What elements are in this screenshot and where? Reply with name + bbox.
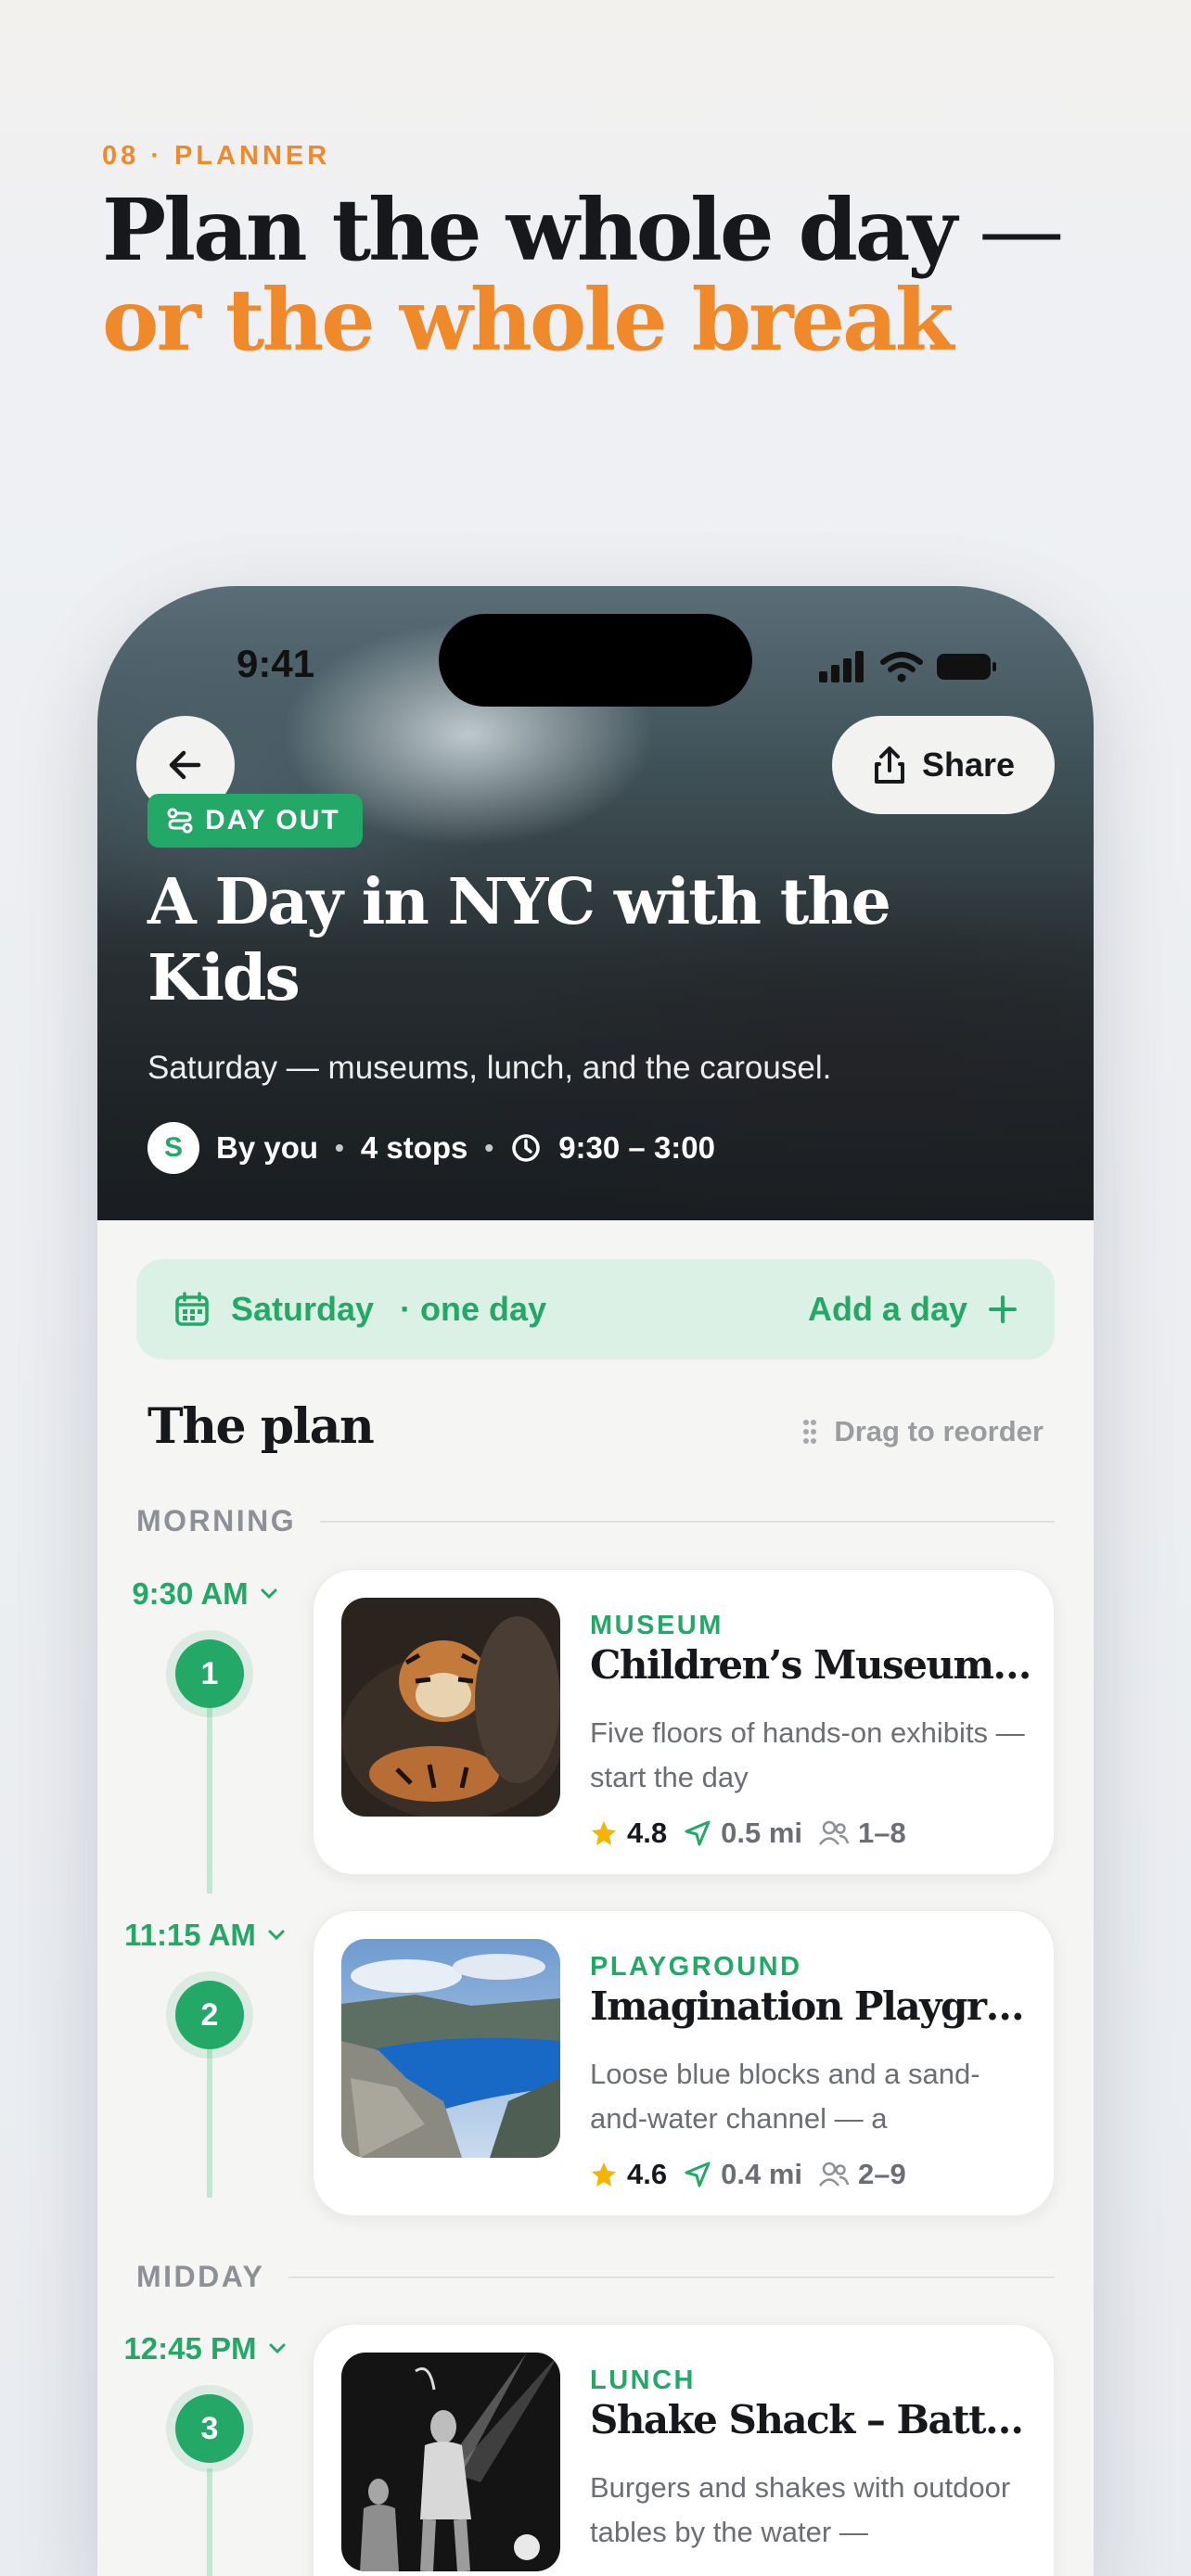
distance-value: 0.5 mi [721,1817,802,1849]
battery-icon [937,654,996,680]
section-midday: MIDDAY [136,2260,1055,2294]
stop-number-1: 1 [175,1639,244,1708]
meta-separator: • [335,1133,344,1162]
stop-category: PLAYGROUND [590,1952,802,1982]
day-out-badge: DAY OUT [147,794,363,848]
phone-frame: 9:41 Share DAY OUT A Day in NYC with the… [97,586,1094,2576]
stop-photo [341,1939,560,2158]
stop-number-2: 2 [175,1981,244,2049]
stop-card-1[interactable]: MUSEUM Children’s Museum of … Five floor… [313,1569,1055,1875]
people-icon [819,2162,849,2187]
stop-time-label: 11:15 AM [124,1918,256,1952]
distance: 0.5 mi [684,1817,802,1850]
stop-category: MUSEUM [590,1611,724,1640]
chevron-down-icon [269,2343,286,2354]
trip-subtitle: Saturday — museums, lunch, and the carou… [147,1050,832,1086]
route-icon [167,808,193,834]
drag-hint-label: Drag to reorder [834,1415,1044,1447]
age-range: 2–9 [819,2158,906,2191]
star-icon [592,2162,616,2187]
stop-description: Burgers and shakes with outdoor tables b… [590,2471,1011,2548]
stop-time-2[interactable]: 11:15 AM [112,1918,298,1953]
distance-value: 0.4 mi [721,2158,802,2190]
stop-number-3: 3 [175,2394,244,2463]
selected-day: Saturday [231,1290,375,1328]
navigation-arrow-icon [685,2162,711,2187]
stop-name: Imagination Playground [590,1983,1035,2029]
rating: 4.8 [590,1817,667,1850]
chevron-down-icon [261,1588,277,1600]
share-icon [874,746,904,784]
chevron-down-icon [268,1930,285,1941]
stop-category: LUNCH [590,2366,696,2395]
share-button[interactable]: Share [832,716,1055,814]
day-duration: · one day [400,1290,547,1328]
stop-time-label: 12:45 PM [123,2331,257,2366]
status-icons [819,651,997,682]
day-selector[interactable]: Saturday · one day Add a day [136,1259,1055,1359]
drag-hint[interactable]: Drag to reorder [802,1415,1044,1448]
stops-count: 4 stops [360,1130,468,1165]
people-icon [819,1820,849,1845]
author-avatar[interactable]: S [147,1122,199,1174]
eyebrow-label: 08 · PLANNER [102,141,331,171]
stop-card-3[interactable]: LUNCH Shake Shack – Battery… Burgers and… [313,2324,1055,2576]
headline-accent: or the whole break [102,270,954,370]
plan-heading: The plan [147,1398,375,1455]
stop-time-label: 9:30 AM [132,1576,249,1611]
stop-card-2[interactable]: PLAYGROUND Imagination Playground Loose … [313,1910,1055,2216]
add-day-label: Add a day [807,1290,967,1328]
stop-time-1[interactable]: 9:30 AM [112,1576,298,1612]
stop-time-3[interactable]: 12:45 PM [112,2331,298,2366]
author-label: By you [216,1130,319,1165]
headline-dash: — [954,181,1064,280]
section-divider [320,1520,1055,1523]
stop-stats: 4.6 0.4 mi 2–9 [590,2158,906,2191]
cellular-signal-icon [819,651,864,682]
section-label: MORNING [136,1504,297,1537]
plus-icon [989,1295,1017,1323]
timeline-connector [207,2468,212,2576]
arrow-left-icon [169,750,201,780]
day-out-label: DAY OUT [205,805,340,835]
star-icon [592,1821,616,1845]
headline-main: Plan the whole day [102,180,957,280]
trip-title: A Day in NYC with the Kids [147,865,891,1015]
timeline-connector [207,2049,212,2198]
calendar-icon [175,1292,209,1326]
time-range: 9:30 – 3:00 [558,1130,715,1165]
stop-photo [341,2353,560,2571]
timeline-connector [207,1708,212,1894]
add-day-button[interactable]: Add a day [808,1290,1018,1329]
section-label: MIDDAY [136,2260,265,2293]
meta-separator: • [484,1133,494,1162]
drag-handle-icon [803,1420,817,1444]
day-selector-left: Saturday · one day [173,1290,546,1329]
age-value: 1–8 [858,1817,906,1849]
distance: 0.4 mi [684,2158,802,2191]
trip-meta: S By you • 4 stops • 9:30 – 3:00 [147,1122,715,1174]
stop-name: Shake Shack – Battery… [590,2397,1035,2442]
status-time: 9:41 [237,642,315,685]
rating-value: 4.6 [627,2158,668,2190]
dynamic-island [439,614,752,707]
page-headline: Plan the whole day — or the whole break [102,185,1122,364]
stop-name: Children’s Museum of … [590,1642,1035,1688]
stop-stats: 4.8 0.5 mi 1–8 [590,1817,906,1850]
rating-value: 4.8 [627,1817,668,1849]
section-divider [288,2276,1055,2278]
wifi-icon [880,652,923,682]
section-morning: MORNING [136,1504,1055,1538]
stop-description: Loose blue blocks and a sand-and-water c… [590,2058,980,2135]
rating: 4.6 [590,2158,667,2191]
navigation-arrow-icon [685,1820,711,1846]
age-range: 1–8 [819,1817,906,1850]
clock-icon [512,1134,540,1162]
age-value: 2–9 [858,2158,906,2190]
stop-photo [341,1598,560,1817]
share-label: Share [921,746,1016,784]
stop-description: Five floors of hands-on exhibits — start… [590,1716,1025,1793]
